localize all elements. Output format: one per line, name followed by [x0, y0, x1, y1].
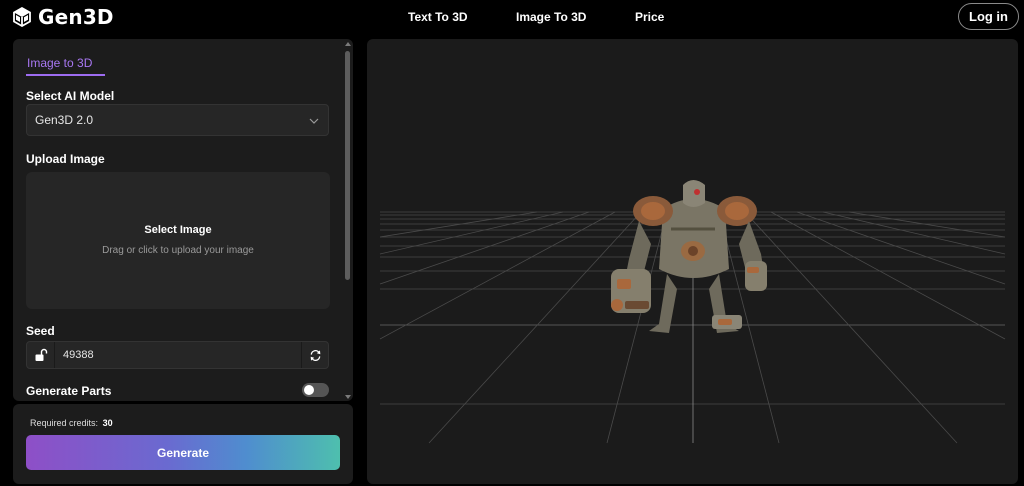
model-select[interactable]: Gen3D 2.0 [26, 104, 329, 136]
upload-label: Upload Image [26, 152, 105, 166]
golem-model [611, 180, 767, 333]
toggle-knob [304, 385, 314, 395]
model-viewport[interactable] [367, 39, 1018, 484]
seed-randomize-button[interactable] [301, 342, 328, 368]
generate-parts-toggle[interactable] [302, 383, 329, 397]
seed-lock-button[interactable] [27, 342, 55, 368]
nav-text-to-3d[interactable]: Text To 3D [408, 10, 468, 24]
generate-card: Required credits: 30 Generate [13, 404, 353, 484]
generate-parts-label: Generate Parts [26, 384, 112, 398]
credits-label: Required credits: [30, 418, 99, 428]
dropzone-hint: Drag or click to upload your image [102, 245, 254, 256]
seed-input[interactable]: 49388 [63, 349, 94, 361]
credits-value: 30 [102, 418, 113, 428]
main-nav: Text To 3D Image To 3D Price [0, 10, 1024, 26]
nav-price[interactable]: Price [635, 10, 664, 24]
top-bar: Gen3D Text To 3D Image To 3D Price Log i… [0, 0, 1024, 34]
dropzone-title: Select Image [144, 224, 212, 236]
scroll-up-arrow-icon[interactable] [344, 40, 352, 48]
chevron-down-icon [309, 118, 319, 124]
image-dropzone[interactable]: Select Image Drag or click to upload you… [26, 172, 330, 309]
scroll-down-arrow-icon[interactable] [344, 393, 352, 401]
panel-scrollbar-thumb[interactable] [345, 51, 350, 280]
settings-panel: Image to 3D Select AI Model Gen3D 2.0 Up… [13, 39, 353, 401]
generate-button[interactable]: Generate [26, 435, 340, 470]
model-select-value: Gen3D 2.0 [35, 113, 94, 127]
seed-field: 49388 [26, 341, 329, 369]
model-label: Select AI Model [26, 89, 115, 103]
nav-image-to-3d[interactable]: Image To 3D [516, 10, 586, 24]
tab-image-to-3d[interactable]: Image to 3D [27, 56, 92, 70]
viewport-scene [379, 180, 1006, 444]
login-button[interactable]: Log in [958, 3, 1019, 30]
unlock-icon [35, 348, 47, 361]
seed-label: Seed [26, 324, 55, 338]
required-credits: Required credits: 30 [30, 418, 113, 428]
refresh-icon [310, 349, 320, 361]
active-tab-indicator [26, 74, 105, 76]
